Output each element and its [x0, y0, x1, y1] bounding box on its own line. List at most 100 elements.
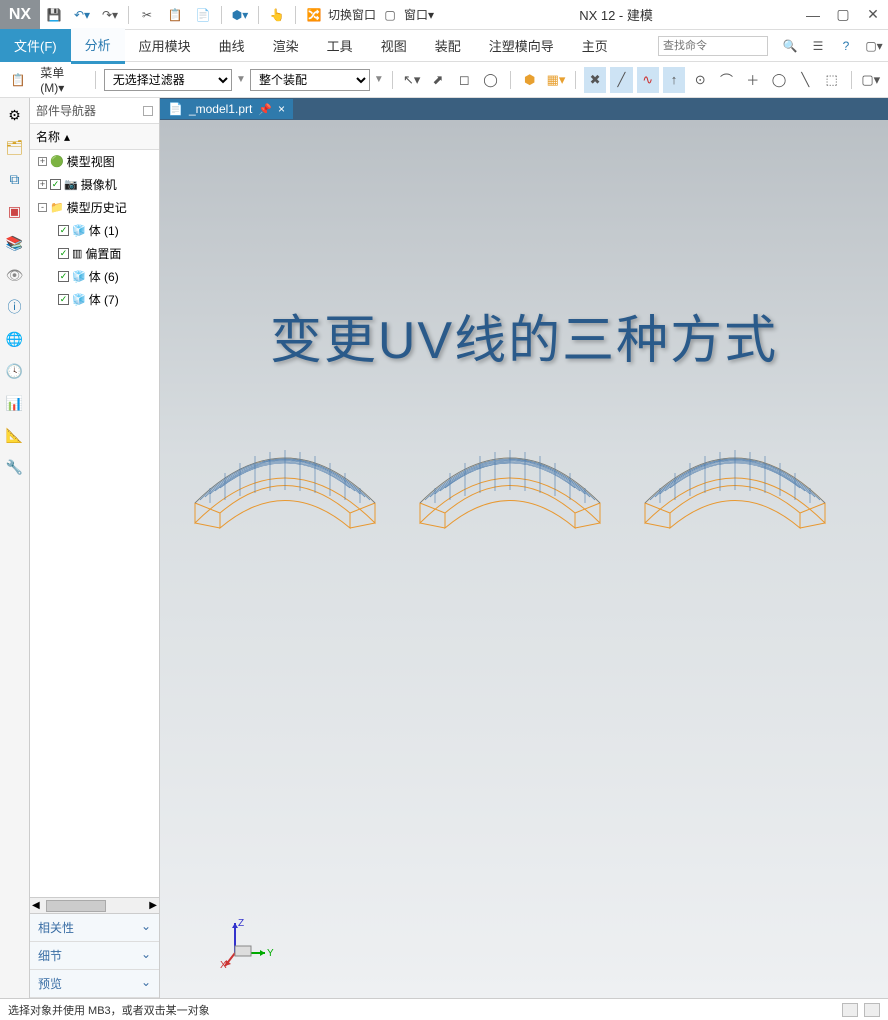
- status-icon-2[interactable]: [864, 1003, 880, 1017]
- tool-body-icon[interactable]: ⬢: [519, 67, 541, 93]
- tab-home[interactable]: 主页: [568, 29, 622, 62]
- horizontal-scrollbar[interactable]: ◀ ▶: [30, 897, 159, 913]
- checkbox[interactable]: ✓: [58, 294, 69, 305]
- separator: [128, 6, 129, 24]
- status-icon-1[interactable]: [842, 1003, 858, 1017]
- tool-curve2-icon[interactable]: ╱: [610, 67, 632, 93]
- tab-analysis[interactable]: 分析: [71, 28, 125, 64]
- command-search-input[interactable]: [658, 36, 768, 56]
- selection-filter-dropdown[interactable]: 无选择过滤器: [104, 69, 232, 91]
- more-icon[interactable]: ☰: [806, 34, 830, 58]
- body-icon: 🧊: [72, 293, 86, 306]
- tab-detail[interactable]: 细节⌄: [30, 942, 159, 970]
- tab-application[interactable]: 应用模块: [125, 29, 205, 62]
- settings-icon[interactable]: ⚙: [4, 104, 26, 126]
- browser-icon[interactable]: 🌐: [4, 328, 26, 350]
- render-bar-icon[interactable]: 📊: [4, 392, 26, 414]
- tree-item-body1[interactable]: ✓ 🧊 体 (1): [30, 219, 159, 242]
- tool-curve3-icon[interactable]: ∿: [637, 67, 659, 93]
- part-nav-icon[interactable]: 🗂: [4, 136, 26, 158]
- tool-view-icon[interactable]: ▢▾: [860, 67, 882, 93]
- tool-line-icon[interactable]: ╲: [794, 67, 816, 93]
- tool-rect-icon[interactable]: ◻: [453, 67, 475, 93]
- tab-mold[interactable]: 注塑模向导: [475, 29, 568, 62]
- file-menu[interactable]: 文件(F): [0, 29, 71, 62]
- expand-icon[interactable]: +: [38, 157, 47, 166]
- switch-window-button[interactable]: 切换窗口: [328, 6, 376, 23]
- paste-icon[interactable]: 📄: [191, 3, 215, 27]
- tool-point-icon[interactable]: ⊙: [689, 67, 711, 93]
- redo-icon[interactable]: ↷▾: [98, 3, 122, 27]
- tab-view[interactable]: 视图: [367, 29, 421, 62]
- tab-dependency[interactable]: 相关性⌄: [30, 914, 159, 942]
- scrollbar-thumb[interactable]: [46, 900, 106, 912]
- tab-assembly[interactable]: 装配: [421, 29, 475, 62]
- tool-face-icon[interactable]: ▦▾: [545, 67, 567, 93]
- window-button[interactable]: 窗口▾: [404, 6, 434, 23]
- switch-window-icon[interactable]: 🔀: [302, 3, 326, 27]
- svg-text:X: X: [220, 960, 227, 971]
- close-button[interactable]: ✕: [858, 3, 888, 27]
- minimize-button[interactable]: —: [798, 3, 828, 27]
- tab-preview[interactable]: 预览⌄: [30, 970, 159, 998]
- options-icon[interactable]: ▢▾: [862, 34, 886, 58]
- tree-item-history[interactable]: - 📁 模型历史记: [30, 196, 159, 219]
- checkbox[interactable]: ✓: [58, 248, 69, 259]
- tool-box-icon[interactable]: ⬚: [820, 67, 842, 93]
- tree-item-body7[interactable]: ✓ 🧊 体 (7): [30, 288, 159, 311]
- history-icon[interactable]: 🕓: [4, 360, 26, 382]
- search-icon[interactable]: 🔍: [778, 34, 802, 58]
- tool-select-icon[interactable]: ↖▾: [401, 67, 423, 93]
- constraint-icon[interactable]: ⧉: [4, 168, 26, 190]
- tool-pick-icon[interactable]: ⬈: [427, 67, 449, 93]
- menu-icon[interactable]: 📋: [8, 68, 28, 92]
- scope-filter-dropdown[interactable]: 整个装配: [250, 69, 370, 91]
- help-icon[interactable]: ?: [834, 34, 858, 58]
- pin-icon[interactable]: 📌: [258, 103, 272, 116]
- cut-icon[interactable]: ✂: [135, 3, 159, 27]
- tool-circle-icon[interactable]: ◯: [768, 67, 790, 93]
- collapse-icon[interactable]: -: [38, 203, 47, 212]
- tool-lasso-icon[interactable]: ◯: [479, 67, 501, 93]
- tab-curve[interactable]: 曲线: [205, 29, 259, 62]
- tab-tools[interactable]: 工具: [313, 29, 367, 62]
- measure-icon[interactable]: 📐: [4, 424, 26, 446]
- tool-curve4-icon[interactable]: ↑: [663, 67, 685, 93]
- expand-icon[interactable]: +: [38, 180, 47, 189]
- checkbox[interactable]: ✓: [58, 271, 69, 282]
- copy-icon[interactable]: 📋: [163, 3, 187, 27]
- model-body-1[interactable]: [180, 428, 390, 538]
- close-icon[interactable]: ×: [278, 102, 285, 116]
- save-icon[interactable]: 💾: [42, 3, 66, 27]
- checkbox[interactable]: ✓: [50, 179, 61, 190]
- assembly-nav-icon[interactable]: ▣: [4, 200, 26, 222]
- info-icon[interactable]: ⓘ: [4, 296, 26, 318]
- checkbox[interactable]: ✓: [58, 225, 69, 236]
- manuf-icon[interactable]: 🔧: [4, 456, 26, 478]
- render-icon[interactable]: ⬢▾: [228, 3, 252, 27]
- undo-icon[interactable]: ↶▾: [70, 3, 94, 27]
- tree-item-camera[interactable]: + ✓ 📷 摄像机: [30, 173, 159, 196]
- tree-item-offset[interactable]: ✓ ▥ 偏置面: [30, 242, 159, 265]
- graphics-viewport[interactable]: 📄 _model1.prt 📌 × 变更UV线的三种方式: [160, 98, 888, 998]
- menu-button[interactable]: 菜单(M)▾: [34, 62, 87, 97]
- maximize-button[interactable]: ▢: [828, 3, 858, 27]
- tool-arc-icon[interactable]: ⌒: [715, 67, 737, 93]
- reuse-icon[interactable]: 📚: [4, 232, 26, 254]
- tab-render[interactable]: 渲染: [259, 29, 313, 62]
- pin-icon[interactable]: [143, 106, 153, 116]
- model-body-3[interactable]: [630, 428, 840, 538]
- file-tab[interactable]: 📄 _model1.prt 📌 ×: [160, 99, 293, 119]
- touch-icon[interactable]: 👆: [265, 3, 289, 27]
- visibility-icon[interactable]: 👁: [4, 264, 26, 286]
- tree-item-body6[interactable]: ✓ 🧊 体 (6): [30, 265, 159, 288]
- sort-icon[interactable]: ▴: [64, 130, 70, 144]
- navigator-columns[interactable]: 名称 ▴: [30, 124, 159, 150]
- tree-item-model-view[interactable]: + 🟢 模型视图: [30, 150, 159, 173]
- tool-plus-icon[interactable]: ＋: [742, 67, 764, 93]
- tool-curve1-icon[interactable]: ✖: [584, 67, 606, 93]
- menubar: 文件(F) 分析 应用模块 曲线 渲染 工具 视图 装配 注塑模向导 主页 🔍 …: [0, 30, 888, 62]
- window-icon[interactable]: ▢: [378, 3, 402, 27]
- coordinate-system-triad[interactable]: Y Z X: [220, 918, 270, 968]
- model-body-2[interactable]: [405, 428, 615, 538]
